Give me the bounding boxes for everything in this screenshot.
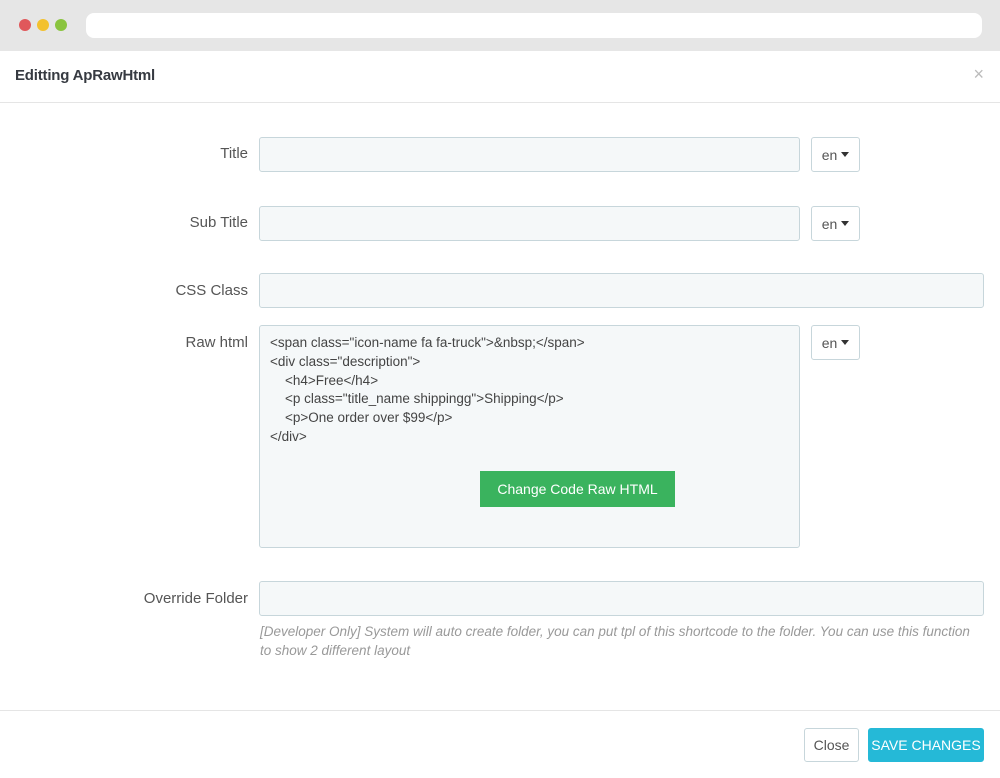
close-button[interactable]: Close <box>804 728 859 762</box>
code-line: </div> <box>270 428 307 444</box>
window-maximize-dot[interactable] <box>55 19 67 31</box>
caret-down-icon <box>841 221 850 226</box>
modal-header: Editting ApRawHtml × <box>0 51 1000 103</box>
code-line: <div class="description"> <box>270 353 421 369</box>
caret-down-icon <box>841 340 850 345</box>
code-line: <p class="title_name shippingg">Shipping… <box>270 391 564 407</box>
modal-title: Editting ApRawHtml <box>15 67 155 84</box>
css-class-label: CSS Class <box>175 282 248 299</box>
override-folder-input[interactable] <box>259 581 984 616</box>
title-lang-dropdown[interactable]: en <box>811 137 860 172</box>
title-lang-label: en <box>821 146 838 163</box>
window-minimize-dot[interactable] <box>37 19 49 31</box>
sub-title-input[interactable] <box>259 206 800 241</box>
save-changes-button[interactable]: SAVE CHANGES <box>868 728 984 762</box>
code-line: <span class="icon-name fa fa-truck">&nbs… <box>270 335 585 350</box>
raw-html-textarea[interactable]: <span class="icon-name fa fa-truck">&nbs… <box>259 325 800 548</box>
sub-title-lang-dropdown[interactable]: en <box>811 206 860 241</box>
sub-title-lang-label: en <box>821 215 838 232</box>
caret-down-icon <box>841 152 850 157</box>
raw-html-label: Raw html <box>185 334 248 351</box>
address-bar[interactable] <box>86 13 982 38</box>
code-line: <p>One order over $99</p> <box>270 410 453 426</box>
raw-html-lang-label: en <box>821 334 838 351</box>
title-label: Title <box>220 145 248 162</box>
window-close-dot[interactable] <box>19 19 31 31</box>
sub-title-label: Sub Title <box>189 214 248 231</box>
browser-toolbar <box>0 0 1000 51</box>
close-icon[interactable]: × <box>973 64 984 84</box>
code-line: <h4>Free</h4> <box>270 372 379 388</box>
change-code-raw-html-button[interactable]: Change Code Raw HTML <box>480 471 675 507</box>
css-class-input[interactable] <box>259 273 984 308</box>
footer-divider <box>0 710 1000 711</box>
override-folder-help-text: [Developer Only] System will auto create… <box>260 624 970 658</box>
override-folder-label: Override Folder <box>143 590 248 607</box>
title-input[interactable] <box>259 137 800 172</box>
raw-html-lang-dropdown[interactable]: en <box>811 325 860 360</box>
